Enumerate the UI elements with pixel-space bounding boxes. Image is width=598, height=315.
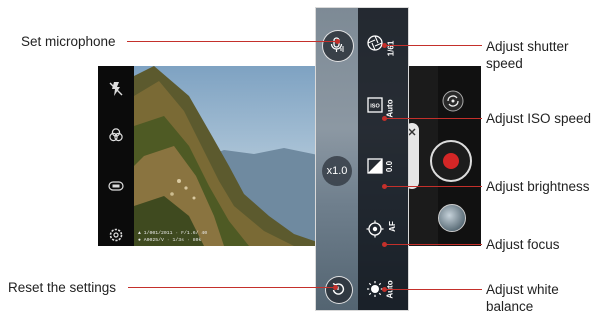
left-toolbar	[98, 66, 134, 246]
callout-set-microphone: Set microphone	[21, 34, 116, 49]
callout-iso-speed: Adjust ISO speed	[486, 111, 592, 126]
record-dot	[443, 153, 459, 169]
photo-info-line1: ▲ 1/001/2011 · F/1.6/ 40	[138, 231, 208, 236]
iso-icon-label: ISO	[370, 104, 380, 110]
focus-value: AF	[387, 221, 397, 232]
callout-focus: Adjust focus	[486, 237, 560, 252]
microphone-icon	[330, 36, 343, 52]
leader-line-shutter	[382, 43, 482, 48]
gallery-thumbnail[interactable]	[438, 204, 466, 232]
leader-line-brightness	[382, 184, 482, 189]
callout-shutter-line2: speed	[486, 56, 523, 71]
callout-shutter-speed: Adjust shutter speed	[486, 38, 569, 72]
focus-icon[interactable]	[366, 220, 384, 238]
callout-brightness: Adjust brightness	[486, 179, 590, 194]
leader-line-white-balance	[382, 287, 482, 292]
iso-icon[interactable]: ISO	[366, 96, 384, 114]
hdr-icon[interactable]	[107, 177, 125, 195]
filter-icon[interactable]	[107, 126, 125, 144]
zoom-level-button[interactable]: x1.0	[322, 156, 352, 186]
switch-camera-icon[interactable]	[442, 90, 464, 112]
brightness-value: 0.0	[385, 160, 395, 173]
brightness-icon[interactable]	[366, 157, 384, 175]
leader-line-focus	[382, 242, 482, 247]
reset-button[interactable]	[325, 276, 353, 304]
shutter-speed-icon[interactable]	[366, 34, 384, 52]
leader-line-microphone	[127, 39, 340, 44]
settings-icon[interactable]	[107, 226, 125, 244]
shutter-speed-value: 1/61	[386, 40, 396, 57]
flash-off-icon[interactable]	[107, 80, 125, 98]
leader-line-reset	[128, 285, 338, 290]
callout-wb-line2: balance	[486, 299, 534, 314]
record-button[interactable]	[430, 140, 472, 182]
landscape-illustration	[134, 66, 323, 246]
leader-line-iso	[382, 116, 482, 121]
callout-wb-line1: Adjust white	[486, 282, 559, 297]
iso-value: Auto	[385, 99, 395, 118]
microphone-button[interactable]	[322, 30, 354, 62]
callout-reset-settings: Reset the settings	[8, 280, 117, 295]
manual-settings-panel: x1.0 1/61 ISO Auto 0.0 AF	[316, 8, 408, 310]
callout-white-balance: Adjust white balance	[486, 281, 559, 315]
camera-preview-image: ▲ 1/001/2011 · F/1.6/ 40 ● A0025/V · 1/3…	[134, 66, 323, 246]
camera-screen: ▲ 1/001/2011 · F/1.6/ 40 ● A0025/V · 1/3…	[98, 66, 481, 246]
photo-info-line2: ● A0025/V · 1/3s · 80k	[138, 238, 202, 243]
callout-shutter-line1: Adjust shutter	[486, 39, 569, 54]
